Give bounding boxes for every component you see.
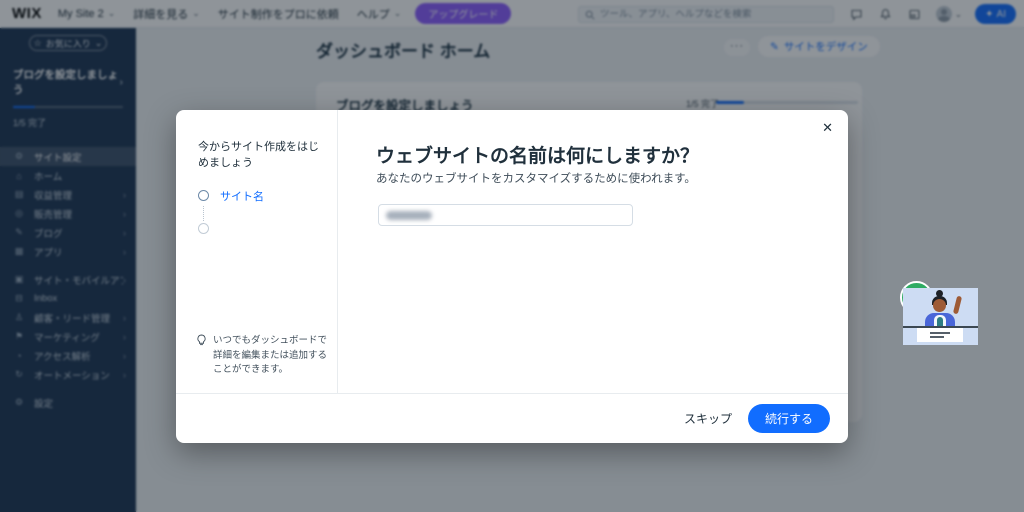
- step-radio-icon: [198, 190, 209, 201]
- redacted-value-blur: [386, 211, 432, 220]
- site-name-modal: ✕ 今からサイト作成をはじめましょう サイト名 いつでもダッシュボードで詳細を編…: [176, 110, 848, 443]
- step-label: サイト名: [220, 188, 264, 204]
- person-illustration: [903, 288, 978, 345]
- site-name-field[interactable]: [378, 204, 633, 226]
- modal-body: ウェブサイトの名前は何にしますか？ あなたのウェブサイトをカスタマイズするために…: [339, 110, 848, 393]
- continue-button[interactable]: 続行する: [748, 404, 830, 433]
- tip: いつでもダッシュボードで詳細を編集または追加することができます。: [196, 334, 328, 377]
- modal-heading: ウェブサイトの名前は何にしますか？: [376, 141, 699, 168]
- lightbulb-icon: [196, 334, 207, 377]
- modal-footer: スキップ 続行する: [176, 393, 848, 443]
- step-radio-icon: [198, 223, 209, 234]
- tip-text: いつでもダッシュボードで詳細を編集または追加することができます。: [213, 334, 328, 377]
- skip-button[interactable]: スキップ: [684, 410, 732, 427]
- modal-subheading: あなたのウェブサイトをカスタマイズするために使われます。: [376, 170, 696, 186]
- step-next[interactable]: [198, 223, 317, 234]
- stepper: サイト名: [198, 188, 317, 234]
- modal-steps-panel: 今からサイト作成をはじめましょう サイト名 いつでもダッシュボードで詳細を編集ま…: [176, 110, 338, 393]
- steps-intro-text: 今からサイト作成をはじめましょう: [198, 140, 322, 172]
- step-connector: [203, 206, 317, 221]
- step-site-name[interactable]: サイト名: [198, 188, 317, 204]
